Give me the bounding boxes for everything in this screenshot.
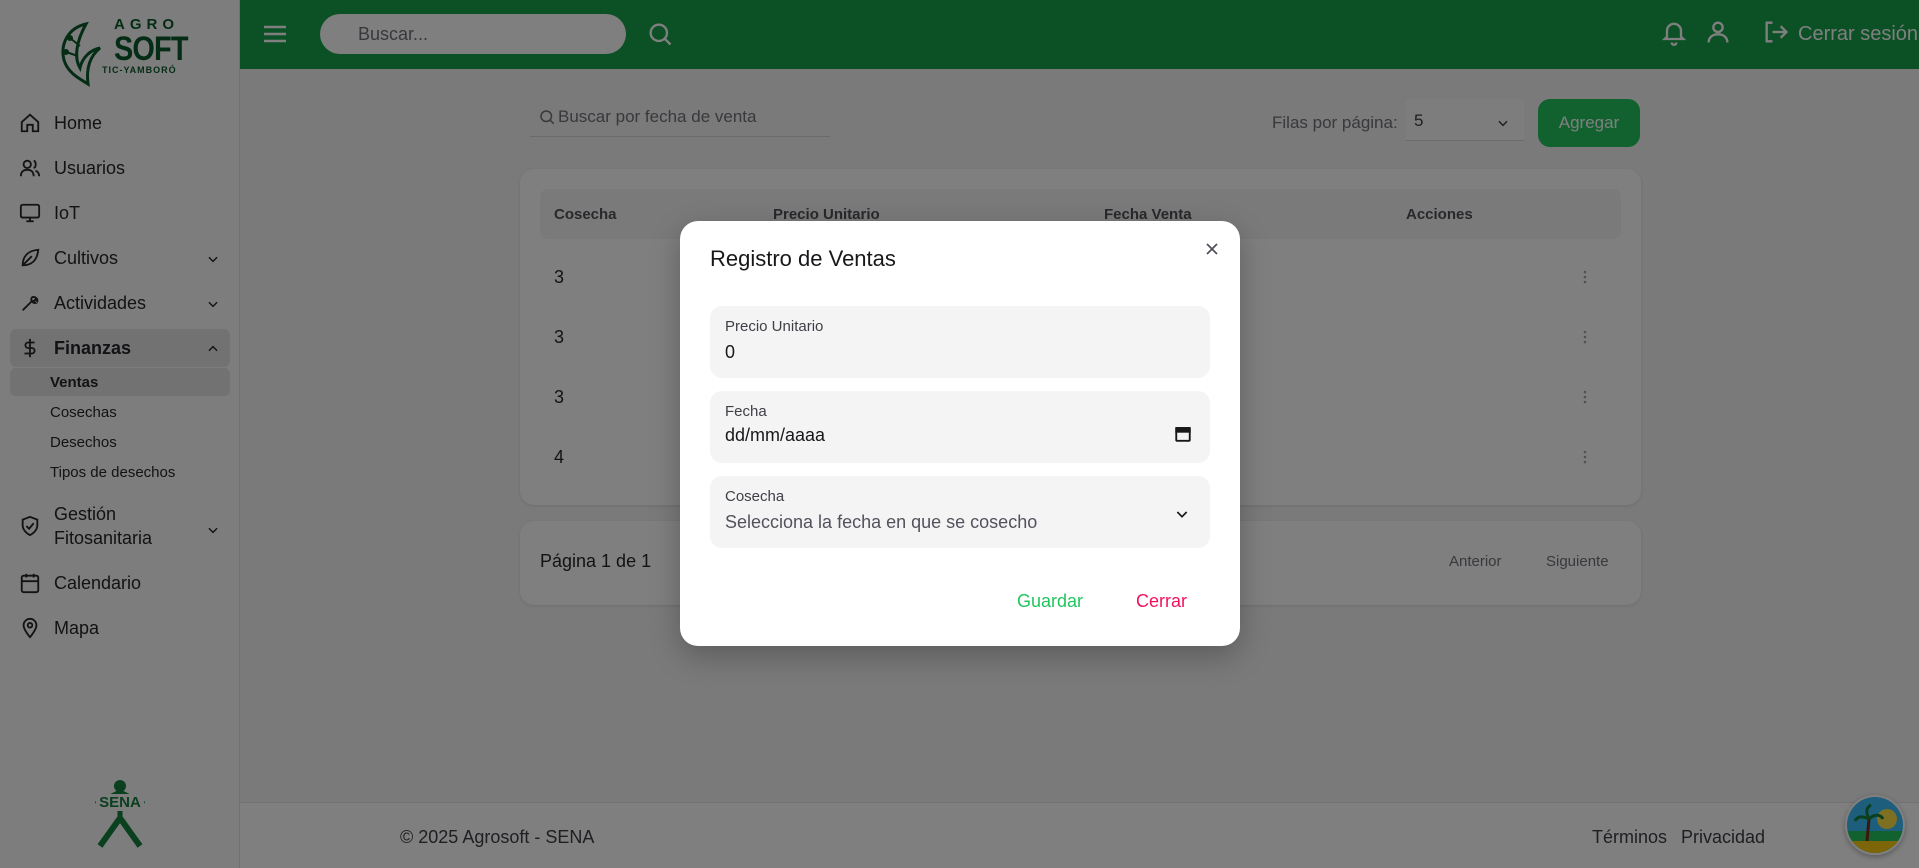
date-label: Fecha (725, 403, 767, 420)
close-icon[interactable] (1200, 237, 1224, 261)
save-button[interactable]: Guardar (1017, 591, 1083, 612)
unit-price-value: 0 (725, 342, 736, 362)
calendar-icon[interactable] (1174, 425, 1192, 448)
date-field[interactable]: Fecha dd/mm/aaaa (710, 391, 1210, 463)
harvest-select[interactable]: Cosecha Selecciona la fecha en que se co… (710, 476, 1210, 548)
modal-title: Registro de Ventas (710, 246, 896, 271)
sales-registration-modal: Registro de Ventas Precio Unitario 0 Fec… (680, 221, 1240, 646)
harvest-placeholder: Selecciona la fecha en que se cosecho (725, 512, 1038, 532)
harvest-label: Cosecha (725, 488, 785, 505)
close-button[interactable]: Cerrar (1136, 591, 1187, 612)
date-value: dd/mm/aaaa (725, 425, 826, 445)
unit-price-label: Precio Unitario (725, 318, 824, 335)
chevron-down-icon (1174, 506, 1190, 527)
unit-price-field[interactable]: Precio Unitario 0 (710, 306, 1210, 378)
